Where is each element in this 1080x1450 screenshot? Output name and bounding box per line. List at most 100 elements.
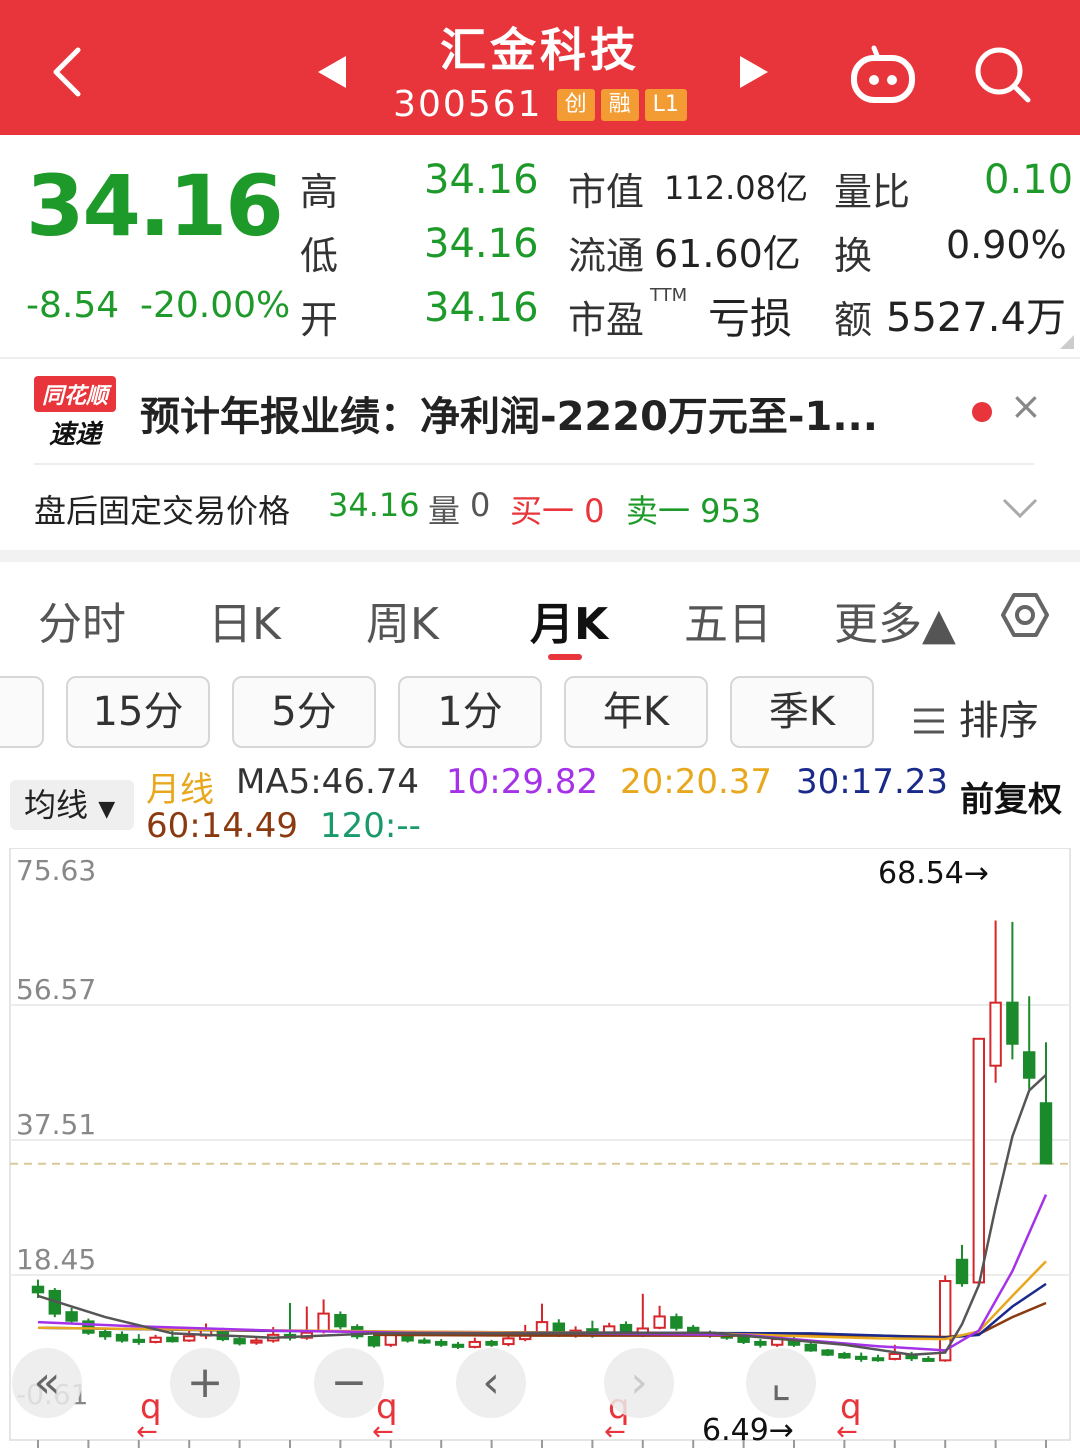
period-button-15min[interactable]: 15分 <box>66 676 210 748</box>
candle-body <box>972 1037 986 1284</box>
kline-svg: 75.6356.5737.5118.45-0.6168.54→6.49→q←q←… <box>9 848 1071 1448</box>
label-high: 高 <box>300 170 339 214</box>
candle-body <box>334 1314 347 1328</box>
caret-down-icon: ▼ <box>98 797 116 822</box>
candle-body <box>485 1340 498 1346</box>
value-float: 61.60亿 <box>654 232 801 276</box>
value-vol-ratio: 0.10 <box>984 157 1074 203</box>
period-button-yearly[interactable]: 年K <box>564 676 708 748</box>
period-button-1min[interactable]: 1分 <box>398 676 542 748</box>
ths-express-logo: 同花顺 速递 <box>34 376 116 450</box>
event-arrow-icon: ← <box>604 1417 626 1447</box>
after-hours-row[interactable]: 盘后固定交易价格 34.16 量 0 买一 0 卖一 953 <box>0 466 1080 550</box>
candle-body <box>418 1339 431 1344</box>
period-button-quarterly[interactable]: 季K <box>730 676 874 748</box>
tab-monthly-k[interactable]: 月K <box>530 588 608 652</box>
period-button-partial[interactable]: 分 <box>0 676 44 748</box>
robot-assistant-icon[interactable] <box>848 44 918 106</box>
sort-label: 排序 <box>958 698 1039 744</box>
menu-icon <box>914 708 944 734</box>
top-bar: 汇金科技 300561 创 融 L1 <box>0 0 1080 135</box>
candle-body <box>502 1337 515 1346</box>
ma20-value: 20:20.37 <box>620 762 773 802</box>
candle-body <box>182 1335 196 1342</box>
candle-body <box>804 1343 818 1352</box>
value-mkt-cap: 112.08亿 <box>664 169 808 207</box>
label-turnover: 换 <box>834 234 873 278</box>
event-arrow-icon: ← <box>136 1417 158 1447</box>
candle-body <box>888 1352 902 1360</box>
tab-daily-k[interactable]: 日K <box>208 588 281 652</box>
close-news-button[interactable]: × <box>1010 384 1042 428</box>
settings-icon[interactable] <box>1000 590 1050 640</box>
candle-body <box>367 1335 381 1347</box>
next-stock-icon[interactable] <box>734 52 774 92</box>
candle-body <box>1039 1102 1053 1165</box>
label-float: 流通 <box>568 234 645 278</box>
news-headline[interactable]: 预计年报业绩：净利润-2220万元至-1... <box>140 384 878 442</box>
after-hours-price: 34.16 <box>328 486 420 524</box>
candle-body <box>149 1336 162 1343</box>
sort-button[interactable]: 排序 <box>912 688 1039 746</box>
tab-five-day[interactable]: 五日 <box>684 588 772 652</box>
unread-dot-icon <box>972 402 992 422</box>
high-price-label: 68.54→ <box>878 856 989 891</box>
after-hours-sell: 卖一 953 <box>626 492 762 530</box>
tab-intraday[interactable]: 分时 <box>38 588 126 652</box>
candle-body <box>233 1338 246 1345</box>
app-root: { "header": { "title": "汇金科技", "code": "… <box>0 0 1080 1450</box>
period-button-5min[interactable]: 5分 <box>232 676 376 748</box>
candle-body <box>670 1316 683 1329</box>
fullscreen-button[interactable]: ⌞ <box>746 1348 816 1418</box>
candle-body <box>115 1333 129 1342</box>
ma5-value: MA5:46.74 <box>236 762 420 802</box>
kline-chart[interactable]: 75.6356.5737.5118.45-0.6168.54→6.49→q←q←… <box>0 848 1080 1450</box>
tag-rong: 融 <box>600 88 639 121</box>
candle-body <box>1006 1001 1019 1045</box>
label-pe: 市盈 <box>568 298 645 342</box>
tab-weekly-k[interactable]: 周K <box>366 588 439 652</box>
scroll-left-fast-button[interactable]: « <box>12 1348 82 1418</box>
candle-body <box>317 1312 330 1333</box>
search-icon[interactable] <box>972 44 1034 106</box>
divider <box>0 357 1080 359</box>
scroll-left-button[interactable]: ‹ <box>456 1348 526 1418</box>
candle-body <box>384 1333 398 1346</box>
quote-panel: 34.16 -8.54 -20.00% 高 低 开 34.16 34.16 34… <box>0 135 1080 357</box>
after-hours-label: 盘后固定交易价格 <box>34 492 291 530</box>
y-tick-label: 37.51 <box>16 1108 96 1141</box>
last-price: 34.16 <box>26 157 284 255</box>
candle-body <box>468 1340 482 1348</box>
after-hours-vol: 0 <box>470 486 491 524</box>
candle-body <box>166 1336 179 1343</box>
event-arrow-icon: ← <box>372 1417 394 1447</box>
ma120-value: 120:-- <box>320 806 421 846</box>
news-bar[interactable]: 同花顺 速递 预计年报业绩：净利润-2220万元至-1... × <box>0 360 1080 464</box>
candle-body <box>65 1311 78 1322</box>
label-amount: 额 <box>834 298 873 342</box>
candle-body <box>754 1340 767 1346</box>
adjust-mode[interactable]: 前复权 <box>960 772 1062 821</box>
expand-corner-icon[interactable] <box>1060 335 1074 349</box>
value-turnover: 0.90% <box>946 223 1067 267</box>
zoom-out-button[interactable]: − <box>314 1348 384 1418</box>
section-gap <box>0 550 1080 562</box>
value-low: 34.16 <box>424 221 539 267</box>
label-mkt-cap: 市值 <box>568 170 645 214</box>
tab-more[interactable]: 更多▲ <box>834 588 956 652</box>
candle-body <box>737 1336 750 1343</box>
candle-body <box>922 1357 935 1362</box>
y-tick-label: 56.57 <box>16 973 96 1006</box>
label-vol-ratio: 量比 <box>834 170 911 214</box>
chevron-down-icon[interactable] <box>1000 496 1040 522</box>
divider <box>34 463 1034 465</box>
candle-body <box>31 1285 45 1294</box>
label-ttm: TTM <box>650 285 688 306</box>
active-tab-indicator <box>548 654 582 660</box>
price-change: -8.54 <box>26 285 120 326</box>
indicator-selector[interactable]: 均线 ▼ <box>10 780 134 830</box>
zoom-in-button[interactable]: + <box>170 1348 240 1418</box>
candle-body <box>132 1338 146 1343</box>
candle-body <box>1022 1051 1036 1079</box>
scroll-right-button[interactable]: › <box>604 1348 674 1418</box>
